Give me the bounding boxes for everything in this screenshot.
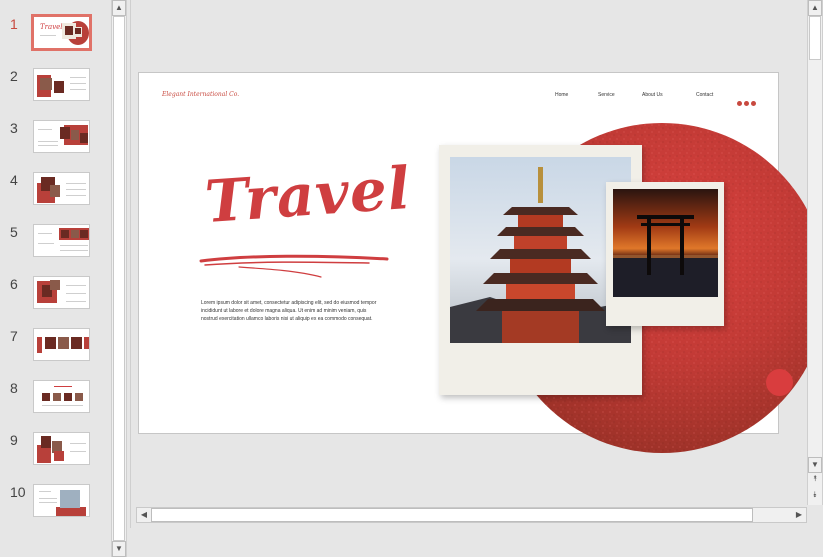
next-slide-icon[interactable]: ⯯ (808, 488, 822, 504)
main-vertical-scrollbar[interactable]: ▲ ▼ ⯭ ⯯ (807, 0, 823, 505)
thumbnail-row-10[interactable]: 10 (0, 484, 112, 524)
scroll-right-icon[interactable]: ▶ (792, 508, 806, 522)
slide-thumbnail-9[interactable] (33, 432, 90, 465)
slide-number: 6 (10, 276, 18, 292)
thumbnail-scroll-thumb[interactable] (113, 16, 125, 541)
thumbnail-row-1[interactable]: 1 Travel (0, 14, 112, 56)
slide-thumbnail-pane[interactable]: 1 Travel 2 3 4 5 6 7 8 9 10 (0, 0, 112, 557)
thumbnail-row-5[interactable]: 5 (0, 224, 112, 264)
slide-title[interactable]: Travel (203, 154, 413, 236)
thumbnail-row-2[interactable]: 2 (0, 68, 112, 108)
slide-number: 3 (10, 120, 18, 136)
main-scroll-thumb[interactable] (809, 16, 821, 60)
thumbnail-row-3[interactable]: 3 (0, 120, 112, 160)
company-logo: Elegant International Co. (162, 91, 240, 98)
thumbnail-row-4[interactable]: 4 (0, 172, 112, 212)
slide-editing-area[interactable]: Elegant International Co. Home Service A… (130, 0, 823, 528)
slide-thumbnail-2[interactable] (33, 68, 90, 101)
thumbnail-row-9[interactable]: 9 (0, 432, 112, 472)
thumb-title-mark: Travel (40, 23, 63, 31)
body-paragraph[interactable]: Lorem ipsum dolor sit amet, consectetur … (201, 299, 381, 323)
scroll-left-icon[interactable]: ◀ (137, 508, 151, 522)
slide-thumbnail-5[interactable] (33, 224, 90, 257)
slide-thumbnail-8[interactable] (33, 380, 90, 413)
horizontal-scroll-thumb[interactable] (151, 508, 753, 522)
slide-thumbnail-4[interactable] (33, 172, 90, 205)
slide-number: 8 (10, 380, 18, 396)
thumbnail-row-8[interactable]: 8 (0, 380, 112, 420)
nav-contact[interactable]: Contact (696, 92, 713, 98)
slide-thumbnail-7[interactable] (33, 328, 90, 361)
scroll-up-icon[interactable]: ▲ (808, 0, 822, 16)
nav-about-us[interactable]: About Us (642, 92, 663, 98)
slide-number: 5 (10, 224, 18, 240)
torii-polaroid[interactable] (606, 182, 724, 326)
torii-photo (613, 189, 718, 297)
slide-thumbnail-10[interactable] (33, 484, 90, 517)
decorative-dot (766, 369, 793, 396)
slide-canvas[interactable]: Elegant International Co. Home Service A… (138, 72, 823, 453)
slide-thumbnail-1[interactable]: Travel (31, 14, 92, 51)
slide-number: 1 (10, 16, 18, 32)
nav-service[interactable]: Service (598, 92, 615, 98)
nav-home[interactable]: Home (555, 92, 568, 98)
scroll-down-icon[interactable]: ▼ (112, 541, 126, 557)
thumbnail-row-6[interactable]: 6 (0, 276, 112, 316)
main-horizontal-scrollbar[interactable]: ◀ ▶ (136, 507, 807, 523)
slide-number: 9 (10, 432, 18, 448)
scroll-down-icon[interactable]: ▼ (808, 457, 822, 473)
previous-slide-icon[interactable]: ⯭ (808, 472, 822, 488)
slide-thumbnail-3[interactable] (33, 120, 90, 153)
scroll-up-icon[interactable]: ▲ (112, 0, 126, 16)
thumbnail-scrollbar[interactable]: ▲ ▼ (111, 0, 127, 557)
slide-number: 7 (10, 328, 18, 344)
slide-thumbnail-6[interactable] (33, 276, 90, 309)
slide-number: 4 (10, 172, 18, 188)
slide-number: 2 (10, 68, 18, 84)
slide-number: 10 (10, 484, 26, 500)
thumbnail-row-7[interactable]: 7 (0, 328, 112, 368)
brush-underline (199, 254, 389, 278)
pagoda-photo (450, 157, 631, 343)
more-dots-icon (737, 93, 758, 111)
